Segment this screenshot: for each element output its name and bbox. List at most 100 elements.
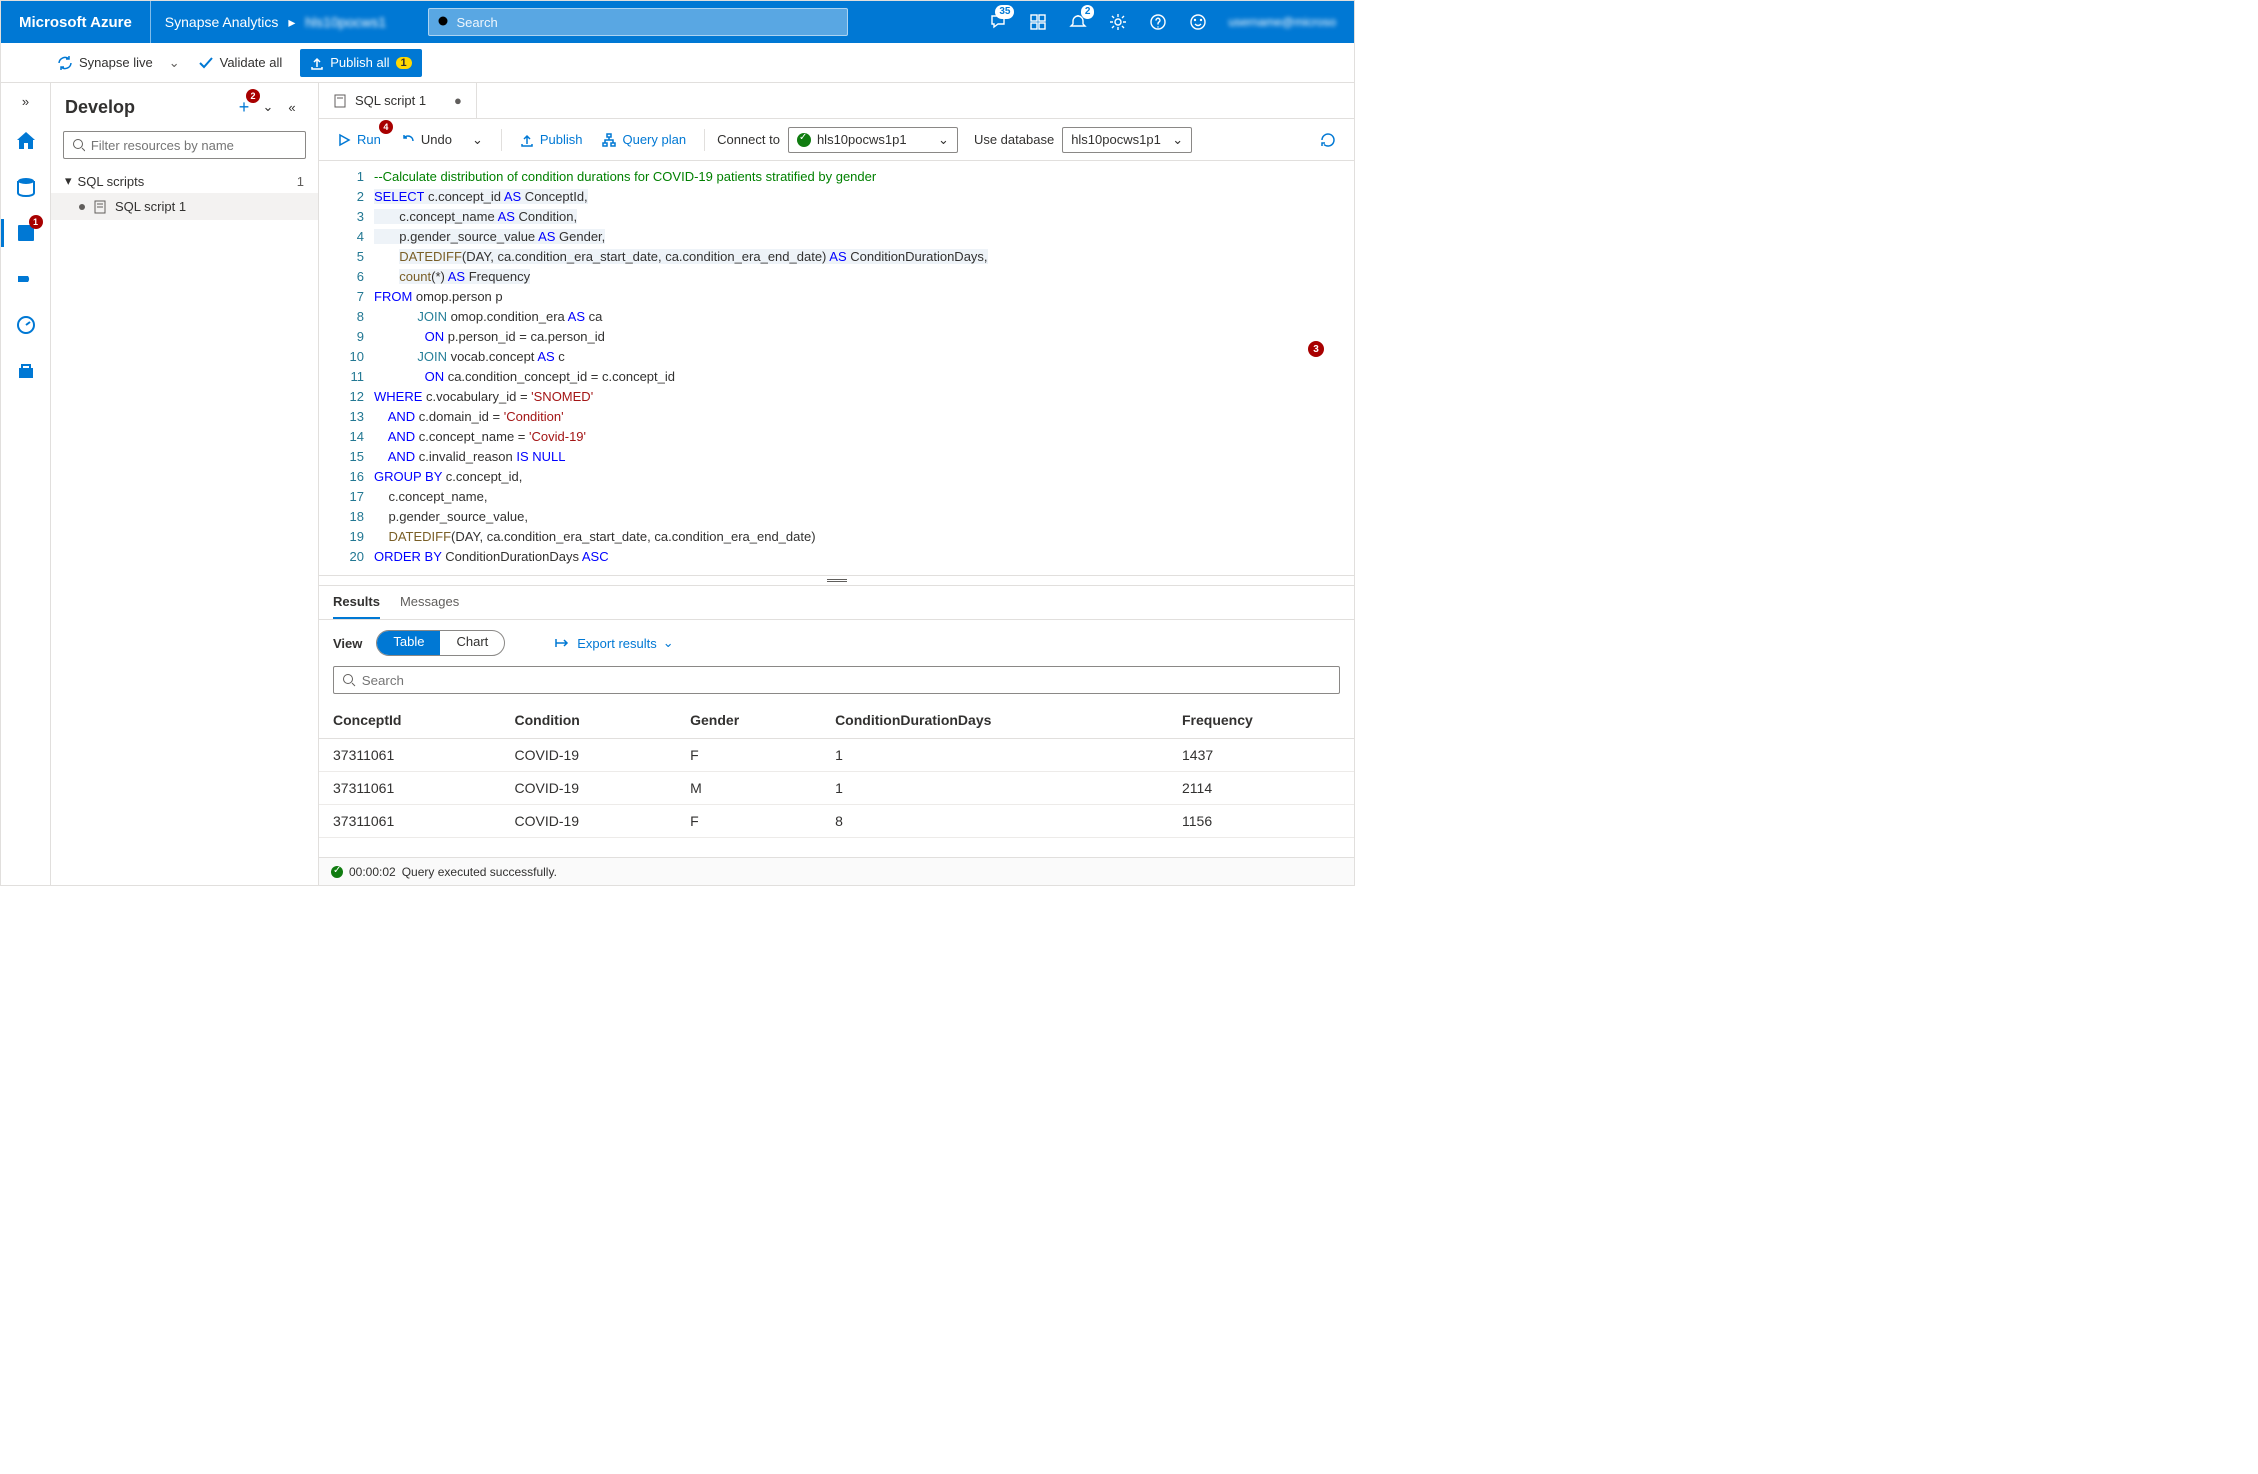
tab-sqlscript1[interactable]: SQL script 1 ●: [319, 83, 477, 118]
code-content[interactable]: --Calculate distribution of condition du…: [374, 161, 1354, 575]
use-database-dropdown[interactable]: hls10pocws1p1 ⌄: [1062, 127, 1192, 153]
view-table[interactable]: Table: [377, 631, 440, 655]
validate-all-button[interactable]: Validate all: [198, 55, 283, 71]
tree-group-sql[interactable]: ▾ SQL scripts 1: [51, 169, 318, 193]
annotation-3: 3: [1308, 341, 1324, 357]
top-bar: Microsoft Azure Synapse Analytics ▸ hls1…: [1, 1, 1354, 43]
tree-item-label: SQL script 1: [115, 199, 186, 214]
script-icon: [333, 94, 347, 108]
expand-rail-button[interactable]: »: [1, 89, 51, 113]
synapse-live-dropdown[interactable]: Synapse live ⌄: [57, 55, 180, 71]
play-icon: [337, 133, 351, 147]
status-msg: Query executed successfully.: [402, 865, 557, 879]
query-plan-button[interactable]: Query plan: [596, 128, 692, 151]
pane-resizer[interactable]: [319, 575, 1354, 585]
undo-icon: [401, 133, 415, 147]
search-icon: [342, 673, 356, 687]
col-header[interactable]: Frequency: [1168, 702, 1354, 739]
results-table: ConceptIdConditionGenderConditionDuratio…: [319, 702, 1354, 857]
toolbar-more-button[interactable]: ⌄: [466, 128, 489, 152]
db-value: hls10pocws1p1: [1071, 132, 1161, 147]
validate-label: Validate all: [220, 55, 283, 70]
results-tab[interactable]: Results: [333, 594, 380, 619]
add-resource-button[interactable]: +2: [232, 95, 256, 119]
rail-develop-badge: 1: [29, 215, 43, 229]
plan-label: Query plan: [622, 132, 686, 147]
code-editor[interactable]: 1234567891011121314151617181920 --Calcul…: [319, 161, 1354, 575]
col-header[interactable]: Condition: [501, 702, 677, 739]
undo-button[interactable]: Undo: [395, 128, 458, 151]
separator: [704, 129, 705, 151]
table-row[interactable]: 37311061COVID-19F11437: [319, 739, 1354, 772]
check-icon: [198, 55, 214, 71]
search-input[interactable]: [457, 15, 840, 30]
publish-label: Publish: [540, 132, 583, 147]
filter-input[interactable]: [91, 138, 297, 153]
rail-monitor[interactable]: [1, 303, 51, 347]
tree-item-sqlscript1[interactable]: SQL script 1: [51, 193, 318, 220]
messages-tab[interactable]: Messages: [400, 594, 459, 619]
filter-box[interactable]: [63, 131, 306, 159]
connect-to-dropdown[interactable]: hls10pocws1p1 ⌄: [788, 127, 958, 153]
workspace: SQL script 1 ● Run 4 Undo ⌄ Publish Q: [319, 83, 1354, 885]
separator: [501, 129, 502, 151]
help-button[interactable]: [1140, 1, 1176, 43]
results-pane: Results Messages View Table Chart Export…: [319, 585, 1354, 885]
tab-dirty-icon[interactable]: ●: [454, 93, 462, 108]
notif-badge: 2: [1081, 5, 1095, 19]
results-search[interactable]: [333, 666, 1340, 694]
connect-value: hls10pocws1p1: [817, 132, 907, 147]
command-bar: Synapse live ⌄ Validate all Publish all …: [1, 43, 1354, 83]
chevron-down-icon: ⌄: [1172, 132, 1183, 148]
publish-icon: [520, 133, 534, 147]
undo-label: Undo: [421, 132, 452, 147]
panel-more-button[interactable]: ⌄: [256, 95, 280, 119]
col-header[interactable]: ConditionDurationDays: [821, 702, 1168, 739]
notifications-button[interactable]: 2: [1060, 1, 1096, 43]
publish-label: Publish all: [330, 55, 389, 70]
use-database-label: Use database: [974, 132, 1054, 147]
user-account[interactable]: username@microso: [1220, 15, 1344, 29]
tree-group-label: SQL scripts: [78, 174, 145, 189]
export-results-button[interactable]: Export results ⌄: [549, 631, 679, 655]
view-chart[interactable]: Chart: [440, 631, 504, 655]
crumb-synapse[interactable]: Synapse Analytics: [165, 14, 279, 30]
synapse-live-label: Synapse live: [79, 55, 153, 70]
chevron-down-icon: ⌄: [938, 132, 949, 148]
tree-group-count: 1: [297, 174, 304, 189]
brand[interactable]: Microsoft Azure: [1, 1, 151, 43]
caret-icon: ▸: [288, 14, 295, 30]
collapse-panel-button[interactable]: «: [280, 95, 304, 119]
left-rail: » 1: [1, 83, 51, 885]
rail-home[interactable]: [1, 119, 51, 163]
refresh-button[interactable]: [1314, 128, 1342, 152]
publish-button[interactable]: Publish: [514, 128, 589, 151]
directories-button[interactable]: [1020, 1, 1056, 43]
chevron-down-icon: ⌄: [169, 55, 180, 71]
table-row[interactable]: 37311061COVID-19M12114: [319, 772, 1354, 805]
rail-manage[interactable]: [1, 349, 51, 393]
rail-data[interactable]: [1, 165, 51, 209]
rail-integrate[interactable]: [1, 257, 51, 301]
table-row[interactable]: 37311061COVID-19F81156: [319, 805, 1354, 838]
col-header[interactable]: Gender: [676, 702, 821, 739]
modified-dot-icon: [79, 204, 85, 210]
feedback-smiley-button[interactable]: [1180, 1, 1216, 43]
export-label: Export results: [577, 636, 656, 651]
rail-develop[interactable]: 1: [1, 211, 51, 255]
run-button[interactable]: Run 4: [331, 128, 387, 151]
refresh-icon: [1320, 132, 1336, 148]
results-search-input[interactable]: [362, 673, 1331, 688]
view-toggle[interactable]: Table Chart: [376, 630, 505, 656]
connect-to-label: Connect to: [717, 132, 780, 147]
feedback-button[interactable]: 35: [980, 1, 1016, 43]
publish-all-button[interactable]: Publish all 1: [300, 49, 421, 77]
view-label: View: [333, 636, 362, 651]
export-icon: [555, 636, 571, 650]
crumb-workspace[interactable]: hls10pocws1: [305, 14, 386, 30]
global-search[interactable]: [428, 8, 848, 36]
publish-icon: [310, 56, 324, 70]
settings-button[interactable]: [1100, 1, 1136, 43]
develop-panel: Develop +2 ⌄ « ▾ SQL scripts 1 SQL scrip…: [51, 83, 319, 885]
col-header[interactable]: ConceptId: [319, 702, 501, 739]
